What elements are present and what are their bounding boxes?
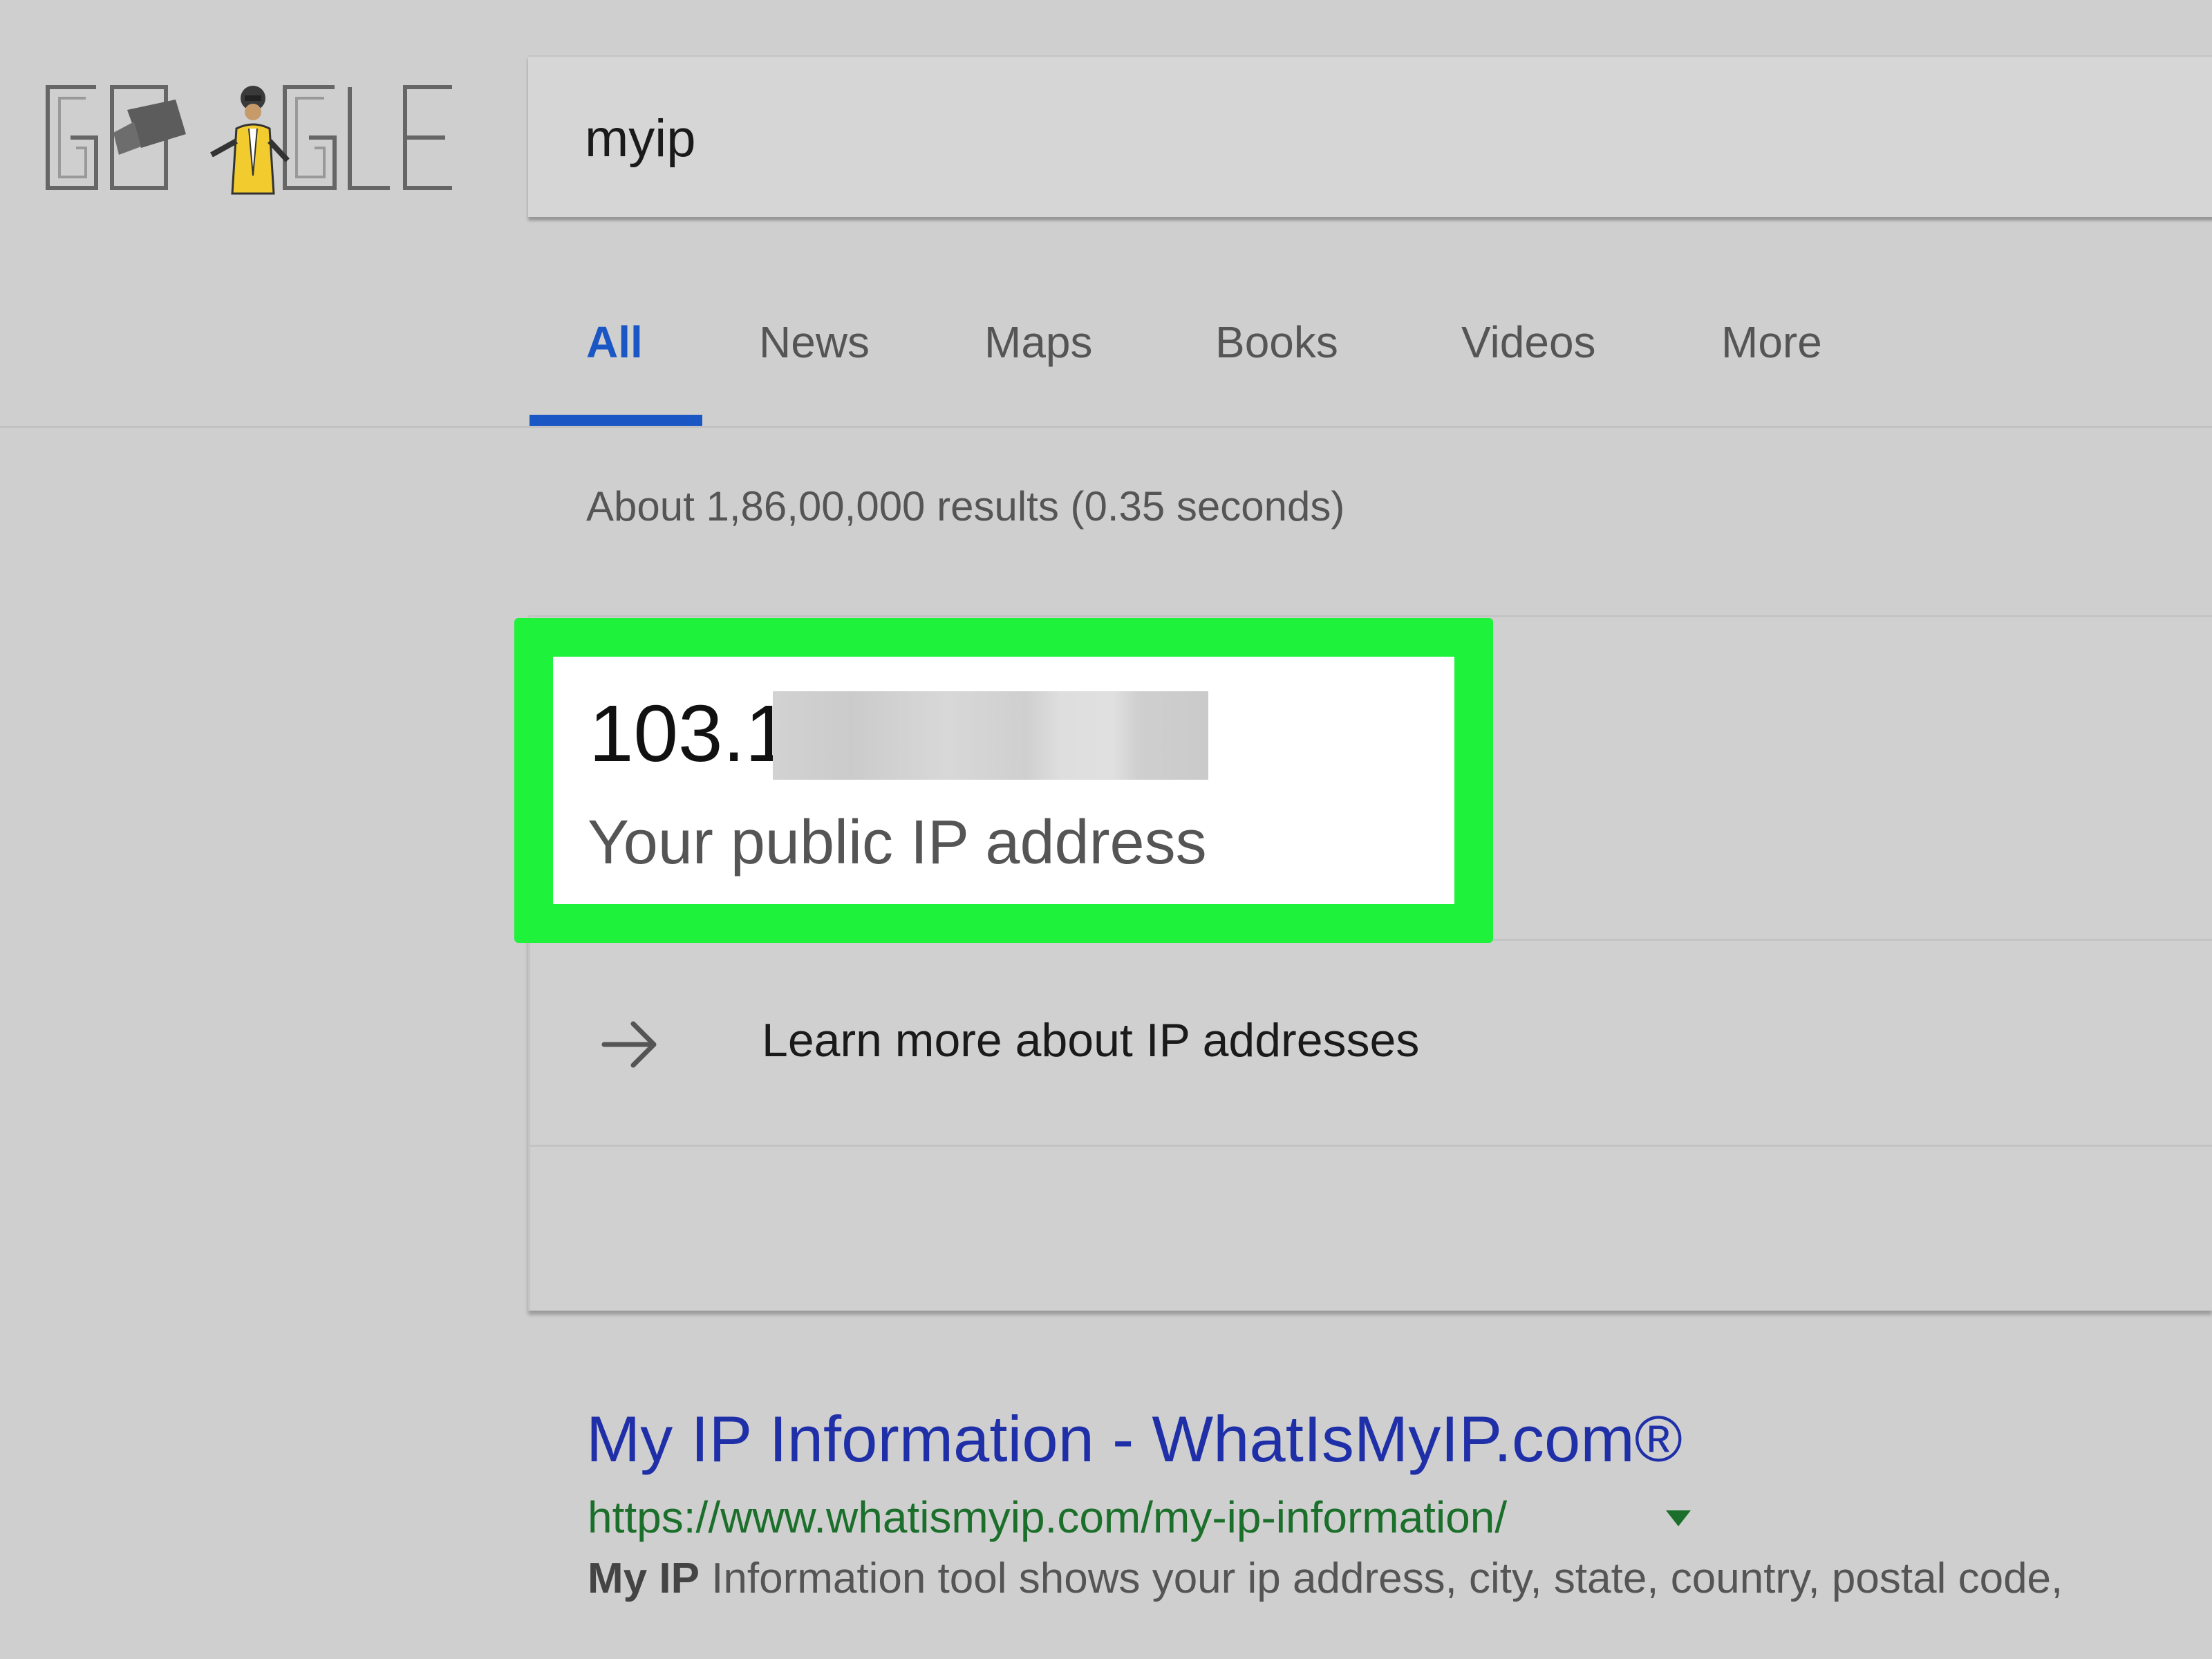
result-snippet: My IP Information tool shows your ip add…	[588, 1554, 2063, 1603]
tab-maps[interactable]: Maps	[984, 317, 1093, 368]
result-url[interactable]: https://www.whatismyip.com/my-ip-informa…	[588, 1492, 1507, 1543]
tab-books[interactable]: Books	[1215, 317, 1338, 368]
snippet-bold: My IP	[588, 1555, 700, 1602]
tab-all[interactable]: All	[586, 317, 643, 368]
learn-more-label: Learn more about IP addresses	[762, 1014, 1420, 1067]
logo-graphic	[46, 85, 452, 195]
search-box[interactable]	[528, 55, 2212, 217]
tab-videos[interactable]: Videos	[1461, 317, 1596, 368]
ip-highlight-box	[514, 618, 1493, 943]
result-stats: About 1,86,00,000 results (0.35 seconds)	[586, 483, 1345, 529]
caret-down-icon[interactable]	[1665, 1508, 1692, 1528]
learn-more-link[interactable]: Learn more about IP addresses	[531, 941, 2211, 1143]
result-title-link[interactable]: My IP Information - WhatIsMyIP.com®	[586, 1402, 1683, 1477]
ip-address-value: 103.1	[589, 688, 790, 778]
snippet-text: Information tool shows your ip address, …	[699, 1555, 2063, 1602]
active-tab-indicator	[529, 415, 702, 426]
ip-redaction-blur	[773, 691, 1208, 780]
tab-news[interactable]: News	[759, 317, 870, 368]
tab-more[interactable]: More	[1721, 317, 1822, 368]
google-doodle-logo[interactable]	[30, 72, 466, 203]
card-divider	[528, 1145, 2212, 1147]
arrow-right-icon	[599, 1013, 661, 1076]
ip-address-label: Your public IP address	[588, 808, 1207, 877]
search-input[interactable]	[585, 97, 1829, 180]
tabs-divider	[0, 426, 2212, 428]
